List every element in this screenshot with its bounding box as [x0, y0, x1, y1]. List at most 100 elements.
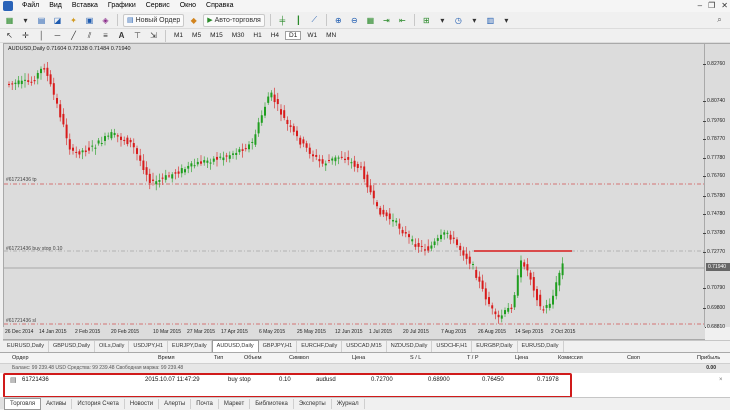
new-chart-icon[interactable]: ▦ [3, 14, 16, 27]
candlestick-icon[interactable]: ┃ [292, 14, 305, 27]
chart-tab[interactable]: NZDUSD,Daily [387, 341, 433, 352]
trendline-icon[interactable]: ╱ [67, 29, 80, 42]
chart-window[interactable] [3, 43, 705, 340]
col-order[interactable]: Ордер [12, 355, 29, 361]
chart-tab[interactable]: USDCHF,H1 [432, 341, 473, 352]
tp-line-label: #61721436 tp [6, 177, 37, 183]
chart-tab[interactable]: GBPJPY,H1 [259, 341, 298, 352]
autotrading-button[interactable]: ▶ Авто-торговля [203, 13, 265, 27]
col-commission[interactable]: Комиссия [558, 355, 583, 361]
chart-tab[interactable]: OILs,Daily [95, 341, 130, 352]
cursor-icon[interactable]: ↖ [3, 29, 16, 42]
periods-icon[interactable]: ◷ [452, 14, 465, 27]
terminal-tab-journal[interactable]: Журнал [332, 398, 365, 409]
candle-body [270, 92, 273, 98]
col-profit[interactable]: Прибыль [697, 355, 720, 361]
chart-tab[interactable]: EURCHF,Daily [297, 341, 343, 352]
menu-window[interactable]: Окно [175, 0, 201, 12]
dropdown-icon[interactable]: ▾ [468, 14, 481, 27]
col-symbol[interactable]: Символ [289, 355, 309, 361]
candle-body [209, 162, 212, 164]
col-time[interactable]: Время [158, 355, 175, 361]
autotrading-label: Авто-торговля [214, 16, 261, 24]
menu-view[interactable]: Вид [44, 0, 67, 12]
close-icon[interactable]: ✕ [721, 1, 728, 10]
chart-tab[interactable]: USDJPY,H1 [129, 341, 168, 352]
terminal-tab-mailbox[interactable]: Почта [191, 398, 219, 409]
timeframe-mn[interactable]: MN [323, 32, 339, 39]
chart-tab[interactable]: EURUSD,Daily [3, 341, 49, 352]
new-order-button[interactable]: ▤ Новый Ордер [123, 13, 185, 27]
col-volume[interactable]: Объем [244, 355, 262, 361]
candlestick-chart[interactable] [4, 44, 704, 327]
chart-shift-icon[interactable]: ⇤ [396, 14, 409, 27]
price-level: 0.79760 [703, 118, 730, 124]
chart-tab[interactable]: EURUSD,Daily [518, 341, 564, 352]
timeframe-d1[interactable]: D1 [285, 31, 302, 40]
terminal-tab-exposure[interactable]: Активы [41, 398, 73, 409]
timeframe-w1[interactable]: W1 [304, 32, 320, 39]
menu-tools[interactable]: Сервис [141, 0, 175, 12]
horizontal-line-icon[interactable]: ─ [51, 29, 64, 42]
menu-file[interactable]: Файл [17, 0, 44, 12]
minimize-icon[interactable]: – [698, 1, 702, 10]
menu-insert[interactable]: Вставка [67, 0, 103, 12]
indicators-icon[interactable]: ⊞ [420, 14, 433, 27]
dropdown-icon[interactable]: ▾ [436, 14, 449, 27]
templates-icon[interactable]: ▥ [484, 14, 497, 27]
dropdown-icon[interactable]: ▾ [500, 14, 513, 27]
line-chart-icon[interactable]: ⟋ [308, 14, 321, 27]
crosshair-icon[interactable]: ✛ [19, 29, 32, 42]
metaeditor-icon[interactable]: ◆ [187, 14, 200, 27]
strategy-tester-icon[interactable]: ◈ [99, 14, 112, 27]
menu-charts[interactable]: Графики [103, 0, 141, 12]
chart-tab[interactable]: EURGBP,Daily [472, 341, 518, 352]
timeframe-m30[interactable]: M30 [229, 32, 248, 39]
arrows-icon[interactable]: ⇲ [147, 29, 160, 42]
menu-help[interactable]: Справка [201, 0, 238, 12]
data-window-icon[interactable]: ◪ [51, 14, 64, 27]
terminal-tab-experts[interactable]: Эксперты [294, 398, 332, 409]
zoom-out-icon[interactable]: ⊖ [348, 14, 361, 27]
text-label-icon[interactable]: ⊤ [131, 29, 144, 42]
market-watch-icon[interactable]: ▤ [35, 14, 48, 27]
chart-tab[interactable]: GBPUSD,Daily [49, 341, 95, 352]
candle-body [273, 94, 276, 103]
chart-tab[interactable]: USDCAD,M15 [342, 341, 387, 352]
auto-scroll-icon[interactable]: ⇥ [380, 14, 393, 27]
timeframe-m1[interactable]: M1 [171, 32, 186, 39]
navigator-icon[interactable]: ✦ [67, 14, 80, 27]
terminal-tab-alerts[interactable]: Алерты [159, 398, 192, 409]
fibonacci-icon[interactable]: ≡ [99, 29, 112, 42]
vertical-line-icon[interactable]: │ [35, 29, 48, 42]
terminal-tab-news[interactable]: Новости [125, 398, 160, 409]
order-close-icon[interactable]: × [719, 377, 723, 383]
candle-body [424, 249, 426, 251]
timeframe-h1[interactable]: H1 [250, 32, 264, 39]
col-price[interactable]: Цена [352, 355, 365, 361]
text-icon[interactable]: A [115, 29, 128, 42]
terminal-icon[interactable]: ▣ [83, 14, 96, 27]
bar-chart-icon[interactable]: ╪ [276, 14, 289, 27]
terminal-tab-market[interactable]: Маркет [219, 398, 251, 409]
timeframe-m5[interactable]: M5 [189, 32, 204, 39]
terminal-tab-history[interactable]: История Счета [72, 398, 125, 409]
chart-tab[interactable]: EURJPY,Daily [168, 341, 212, 352]
timeframe-h4[interactable]: H4 [268, 32, 282, 39]
col-sl[interactable]: S / L [410, 355, 421, 361]
chart-tab-active[interactable]: AUDUSD,Daily [211, 340, 259, 352]
tile-windows-icon[interactable]: ▦ [364, 14, 377, 27]
col-tp[interactable]: T / P [467, 355, 479, 361]
col-swap[interactable]: Своп [627, 355, 640, 361]
channel-icon[interactable]: ⫽ [83, 29, 96, 42]
col-type[interactable]: Тип [214, 355, 223, 361]
terminal-tab-trade[interactable]: Торговля [4, 397, 42, 410]
timeframe-m15[interactable]: M15 [207, 32, 226, 39]
restore-icon[interactable]: ❐ [708, 1, 715, 10]
col-current-price[interactable]: Цена [515, 355, 528, 361]
zoom-in-icon[interactable]: ⊕ [332, 14, 345, 27]
search-icon[interactable]: ⌕ [713, 14, 726, 27]
profiles-icon[interactable]: ▾ [19, 14, 32, 27]
terminal-tab-library[interactable]: Библиотека [250, 398, 294, 409]
candle-body [152, 179, 154, 181]
